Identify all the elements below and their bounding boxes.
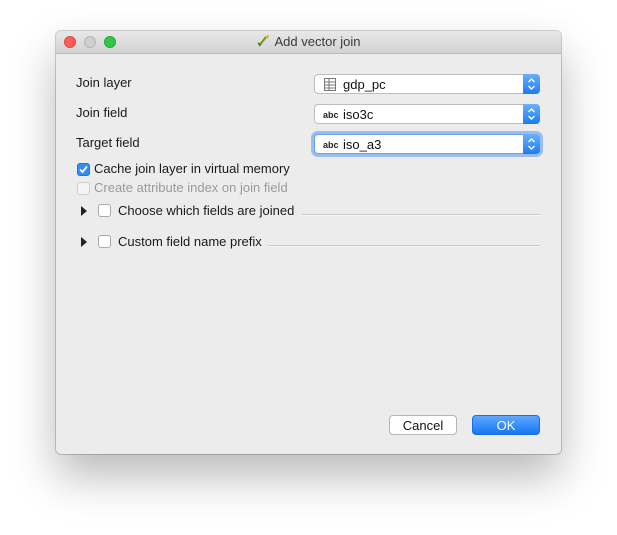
join-field-stepper[interactable]	[523, 104, 540, 124]
window-title-wrap: Add vector join	[56, 34, 561, 49]
cache-checkbox[interactable]	[77, 163, 90, 176]
checkmark-icon	[79, 165, 88, 174]
string-type-badge: abc	[323, 110, 339, 120]
prefix-checkbox[interactable]	[98, 235, 111, 248]
updown-chevron-icon	[528, 138, 535, 150]
title-bar[interactable]: Add vector join	[56, 31, 561, 54]
join-layer-combo[interactable]: gdp_pc	[314, 74, 540, 94]
choose-fields-checkbox[interactable]	[98, 204, 111, 217]
choose-fields-label[interactable]: Choose which fields are joined	[118, 203, 294, 218]
table-icon	[324, 78, 336, 91]
ok-button[interactable]: OK	[472, 415, 540, 435]
attribute-index-checkbox-label: Create attribute index on join field	[94, 180, 288, 195]
prefix-label[interactable]: Custom field name prefix	[118, 234, 262, 249]
cache-checkbox-label[interactable]: Cache join layer in virtual memory	[94, 161, 290, 176]
attribute-index-checkbox	[77, 182, 90, 195]
group-divider	[302, 214, 540, 216]
cancel-button[interactable]: Cancel	[389, 415, 457, 435]
join-layer-stepper[interactable]	[523, 74, 540, 94]
target-field-combo[interactable]: abc iso_a3	[314, 134, 540, 154]
group-divider	[269, 245, 540, 247]
window-title: Add vector join	[274, 34, 361, 49]
join-field-label: Join field	[76, 105, 128, 120]
add-vector-join-dialog: Add vector join Join layer gdp_pc Join f…	[56, 31, 561, 454]
qgis-join-icon	[257, 35, 269, 47]
join-field-combo[interactable]: abc iso3c	[314, 104, 540, 124]
updown-chevron-icon	[528, 108, 535, 120]
join-field-value: iso3c	[343, 107, 374, 122]
updown-chevron-icon	[528, 78, 535, 90]
disclosure-triangle-icon[interactable]	[81, 237, 87, 247]
join-layer-label: Join layer	[76, 75, 132, 90]
target-field-label: Target field	[76, 135, 140, 150]
disclosure-triangle-icon[interactable]	[81, 206, 87, 216]
target-field-stepper[interactable]	[523, 134, 540, 154]
string-type-badge: abc	[323, 140, 339, 150]
target-field-value: iso_a3	[343, 137, 382, 152]
join-layer-value: gdp_pc	[343, 77, 386, 92]
